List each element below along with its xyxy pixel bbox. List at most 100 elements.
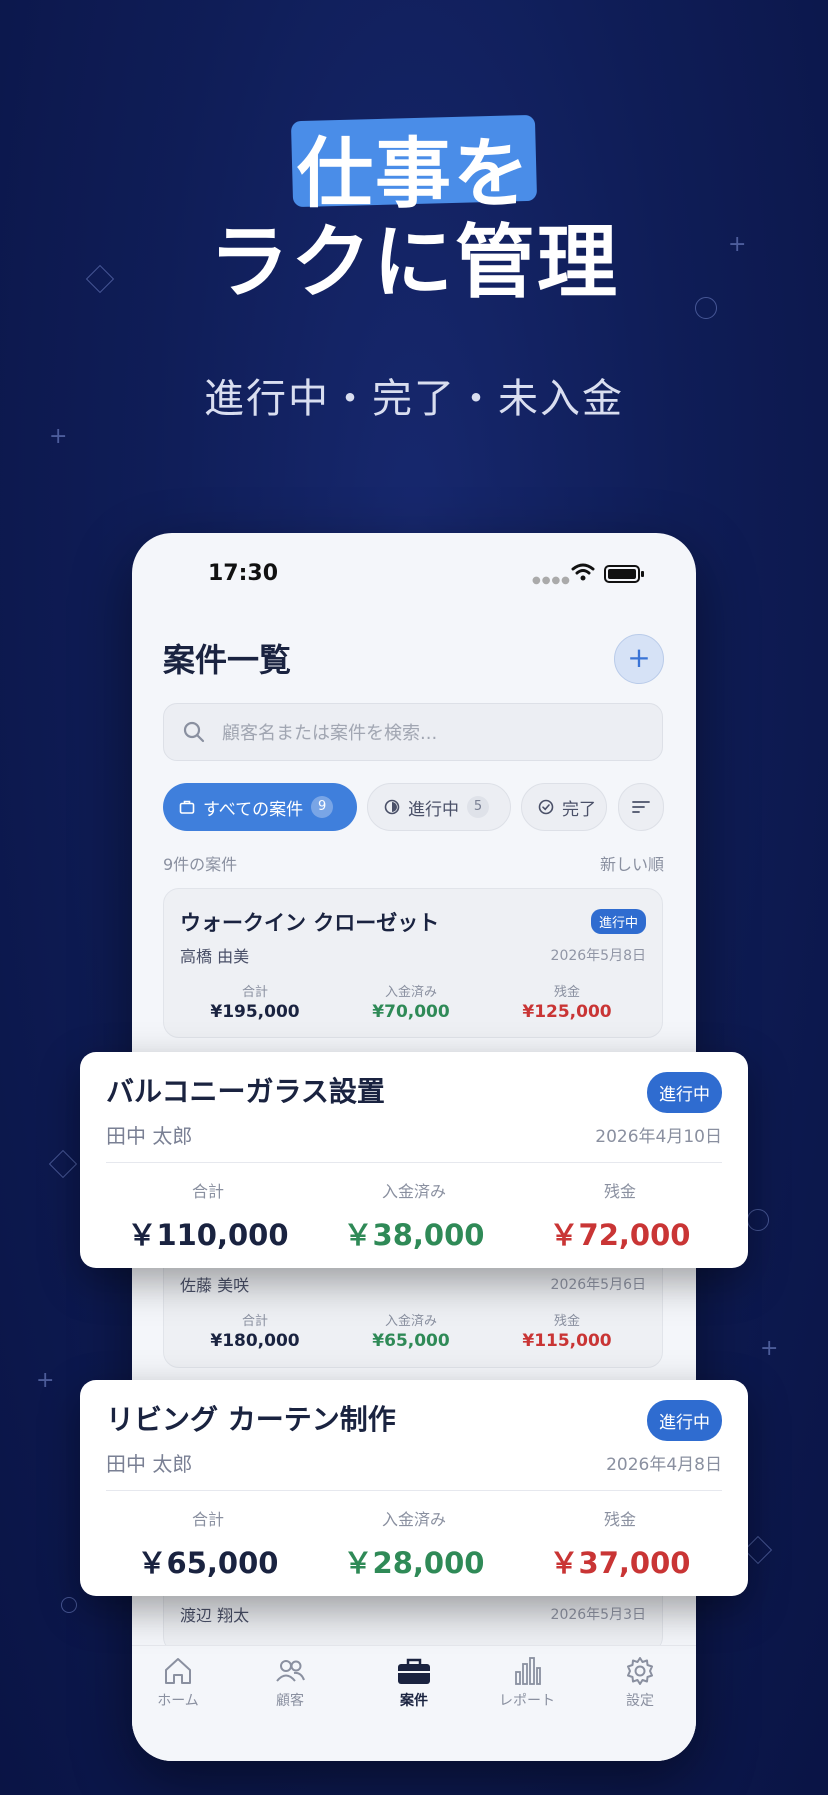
add-project-button[interactable]: + (614, 634, 664, 684)
decorative-circle (61, 1597, 77, 1613)
decorative-plus: + (49, 424, 68, 449)
status-badge: 進行中 (647, 1072, 722, 1113)
featured-project-card[interactable]: バルコニーガラス設置 進行中 田中 太郎 2026年4月10日 合計 ￥110,… (80, 1052, 748, 1268)
briefcase-icon (398, 1658, 430, 1684)
balance-amount: ¥125,000 (522, 1002, 612, 1022)
briefcase-icon (179, 800, 195, 814)
balance-column: 残金 ￥37,000 (520, 1506, 720, 1582)
featured-project-card[interactable]: リビング カーテン制作 進行中 田中 太郎 2026年4月8日 合計 ￥65,0… (80, 1380, 748, 1596)
total-column: 合計 ¥195,000 (180, 981, 330, 1022)
tab-label: 案件 (400, 1693, 428, 1709)
sort-icon (632, 801, 650, 813)
paid-column: 入金済み ￥28,000 (314, 1506, 514, 1582)
filter-chip-in-progress[interactable]: 進行中 5 (367, 783, 511, 831)
tab-bar: ホーム 顧客 案件 レポート 設定 (132, 1645, 696, 1761)
balance-amount: ¥115,000 (522, 1331, 612, 1351)
progress-icon (384, 799, 400, 815)
paid-label: 入金済み (381, 1182, 446, 1201)
filter-chip-label: すべての案件 (203, 799, 304, 820)
home-icon (165, 1658, 191, 1684)
divider (106, 1490, 722, 1491)
total-column: 合計 ￥110,000 (108, 1178, 308, 1254)
paid-column: 入金済み ¥70,000 (336, 981, 486, 1022)
paid-column: 入金済み ¥65,000 (336, 1310, 486, 1351)
project-date: 2026年5月8日 (550, 948, 646, 964)
search-bar (163, 703, 663, 761)
total-column: 合計 ¥180,000 (180, 1310, 330, 1351)
balance-amount: ￥37,000 (549, 1546, 691, 1580)
project-date: 2026年5月3日 (550, 1607, 646, 1623)
filter-chip-all[interactable]: すべての案件 9 (163, 783, 357, 831)
people-icon (276, 1660, 305, 1682)
filter-chip-done[interactable]: 完了 (521, 783, 607, 831)
search-input[interactable] (220, 716, 644, 750)
sort-order-label[interactable]: 新しい順 (600, 851, 664, 875)
tab-projects[interactable]: 案件 (369, 1656, 459, 1710)
paid-label: 入金済み (384, 1314, 437, 1329)
gear-icon (627, 1657, 653, 1685)
total-amount: ￥110,000 (127, 1218, 289, 1252)
hero-subtitle: 進行中・完了・未入金 (204, 376, 624, 422)
decorative-plus: + (36, 1368, 55, 1393)
filter-count-badge: 9 (311, 796, 334, 818)
balance-column: 残金 ¥115,000 (492, 1310, 642, 1351)
tab-home[interactable]: ホーム (133, 1656, 223, 1710)
hero-title-line2: ラクに管理 (209, 216, 619, 309)
filter-chip-label: 完了 (562, 799, 596, 820)
paid-label: 入金済み (384, 985, 437, 1000)
decorative-diamond (743, 1535, 773, 1565)
tab-customers[interactable]: 顧客 (245, 1656, 335, 1710)
tab-label: ホーム (157, 1693, 199, 1709)
project-title: ウォークイン クローゼット (180, 911, 440, 935)
divider (106, 1162, 722, 1163)
status-badge: 進行中 (647, 1400, 722, 1441)
paid-amount: ￥38,000 (343, 1218, 485, 1252)
client-name: 佐藤 美咲 (180, 1276, 250, 1295)
sort-button[interactable] (618, 783, 664, 831)
client-name: 高橋 由美 (180, 947, 250, 966)
balance-amount: ￥72,000 (549, 1218, 691, 1252)
balance-column: 残金 ￥72,000 (520, 1178, 720, 1254)
balance-label: 残金 (553, 985, 580, 1000)
project-title: リビング カーテン制作 (106, 1403, 396, 1436)
status-time: 17:30 (208, 561, 279, 586)
total-amount: ￥65,000 (137, 1546, 279, 1580)
client-name: 田中 太郎 (106, 1124, 193, 1148)
project-date: 2026年5月6日 (550, 1277, 646, 1293)
paid-amount: ¥65,000 (372, 1331, 450, 1351)
result-count: 9件の案件 (163, 855, 238, 874)
tab-reports[interactable]: レポート (482, 1656, 572, 1710)
project-date: 2026年4月10日 (595, 1127, 722, 1147)
bar-chart-icon (515, 1657, 541, 1685)
tab-settings[interactable]: 設定 (595, 1656, 685, 1710)
filter-count-badge: 5 (467, 796, 489, 818)
decorative-diamond (48, 1149, 78, 1179)
project-card[interactable]: ウォークイン クローゼット 進行中 高橋 由美 2026年5月8日 合計 ¥19… (163, 888, 663, 1038)
total-label: 合計 (191, 1510, 224, 1529)
total-label: 合計 (241, 1314, 268, 1329)
signal-icon: ●●●● (532, 575, 571, 586)
check-badge-icon (538, 799, 554, 815)
paid-label: 入金済み (381, 1510, 446, 1529)
balance-label: 残金 (603, 1510, 636, 1529)
project-title: バルコニーガラス設置 (106, 1075, 385, 1108)
balance-label: 残金 (553, 1314, 580, 1329)
tab-label: 顧客 (276, 1693, 304, 1709)
total-amount: ¥180,000 (210, 1331, 300, 1351)
search-icon (183, 721, 205, 743)
tab-label: レポート (499, 1693, 555, 1709)
client-name: 渡辺 翔太 (180, 1606, 250, 1625)
filter-chip-label: 進行中 (408, 799, 459, 820)
total-label: 合計 (191, 1182, 224, 1201)
battery-icon (604, 565, 644, 583)
client-name: 田中 太郎 (106, 1452, 193, 1476)
wifi-icon (571, 563, 595, 581)
tab-label: 設定 (626, 1693, 654, 1709)
decorative-plus: + (760, 1336, 779, 1361)
balance-column: 残金 ¥125,000 (492, 981, 642, 1022)
status-badge: 進行中 (590, 909, 646, 934)
balance-label: 残金 (603, 1182, 636, 1201)
total-label: 合計 (241, 985, 268, 1000)
total-column: 合計 ￥65,000 (108, 1506, 308, 1582)
project-date: 2026年4月8日 (606, 1455, 722, 1475)
